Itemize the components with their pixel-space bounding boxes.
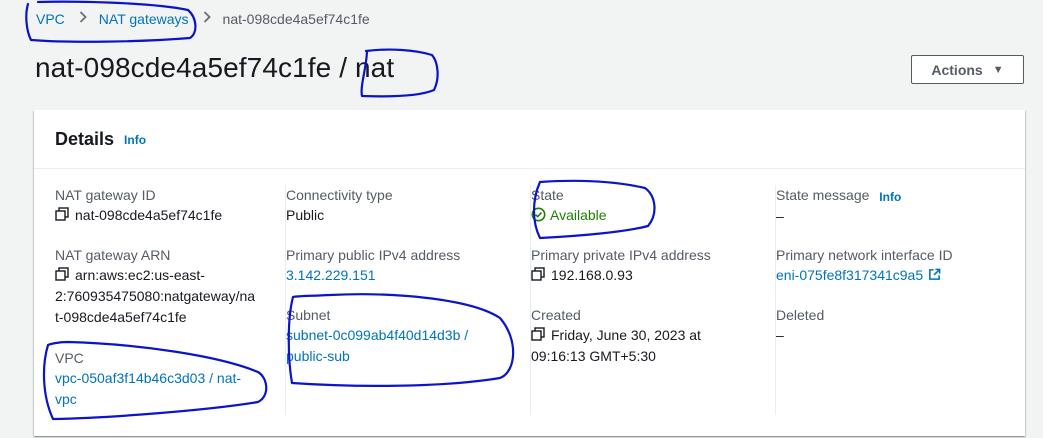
connectivity-type-label: Connectivity type [286, 187, 393, 203]
breadcrumb-current: nat-098cde4a5ef74c1fe [222, 10, 370, 27]
vpc-link-line-1: vpc-050af3f14b46c3d03 / nat- [55, 370, 242, 386]
page-title: nat-098cde4a5ef74c1fe / nat [35, 52, 395, 83]
nat-gateway-arn-value: arn:aws:ec2:us-east- 2:760935475080:natg… [55, 265, 275, 328]
primary-network-interface-label: Primary network interface ID [776, 247, 953, 263]
created-label: Created [531, 307, 581, 323]
copy-icon[interactable] [531, 327, 545, 341]
connectivity-type-value: Public [286, 207, 325, 223]
created-value: Friday, June 30, 2023 at 09:16:13 GMT+5:… [531, 325, 765, 367]
nat-gateway-arn-line-1: arn:aws:ec2:us-east- [75, 267, 205, 283]
check-circle-icon [531, 207, 546, 222]
state-message-value: – [776, 208, 784, 224]
chevron-right-icon [203, 10, 211, 27]
primary-public-ipv4-label: Primary public IPv4 address [286, 247, 461, 263]
created-line-2: 09:16:13 GMT+5:30 [531, 348, 656, 364]
state-message-info-link[interactable]: Info [879, 190, 901, 204]
nat-gateway-arn-label: NAT gateway ARN [55, 247, 171, 263]
external-link-icon [928, 266, 941, 280]
nat-gateway-id-value: nat-098cde4a5ef74c1fe [55, 205, 275, 226]
details-columns: NAT gateway ID nat-098cde4a5ef74c1fe NAT… [34, 185, 1025, 415]
nat-gateway-id-label: NAT gateway ID [55, 187, 156, 203]
state-message-field: State message Info – [776, 185, 1005, 227]
details-heading: Details [55, 128, 115, 149]
caret-down-icon: ▼ [992, 63, 1004, 76]
vpc-field: VPC vpc-050af3f14b46c3d03 / nat- vpc [55, 348, 275, 410]
details-panel: Details Info NAT gateway ID nat-098cde4a… [34, 110, 1025, 436]
primary-public-ipv4-field: Primary public IPv4 address 3.142.229.15… [286, 245, 520, 286]
subnet-link-line-1: subnet-0c099ab4f40d14d3b / [286, 327, 469, 343]
subnet-label: Subnet [286, 307, 331, 323]
deleted-label: Deleted [776, 307, 825, 323]
created-line-1: Friday, June 30, 2023 at [551, 327, 701, 343]
vpc-label: VPC [55, 350, 84, 366]
details-column-3: State Available Primary private IPv4 add… [530, 185, 765, 415]
details-column-4: State message Info – Primary network int… [775, 185, 1005, 415]
primary-private-ipv4-text: 192.168.0.93 [551, 267, 633, 283]
nat-gateway-id-text: nat-098cde4a5ef74c1fe [75, 207, 223, 223]
copy-icon[interactable] [55, 267, 69, 281]
subnet-link[interactable]: subnet-0c099ab4f40d14d3b / public-sub [286, 325, 520, 367]
primary-network-interface-field: Primary network interface ID eni-075fe8f… [776, 245, 1005, 286]
actions-button-label: Actions [931, 61, 983, 78]
primary-network-interface-link[interactable]: eni-075fe8f317341c9a5 [776, 267, 941, 283]
state-text: Available [550, 207, 607, 223]
details-panel-header: Details Info [34, 110, 1025, 169]
vpc-value: vpc-050af3f14b46c3d03 / nat- vpc [55, 368, 275, 410]
breadcrumb-nat-gateways-link[interactable]: NAT gateways [99, 11, 189, 27]
state-value: Available [531, 205, 765, 226]
primary-network-interface-text: eni-075fe8f317341c9a5 [776, 267, 924, 283]
state-message-label-row: State message Info [776, 185, 1005, 206]
actions-button[interactable]: Actions ▼ [911, 55, 1024, 84]
nat-gateway-arn-field: NAT gateway ARN arn:aws:ec2:us-east- 2:7… [55, 245, 275, 328]
copy-icon[interactable] [55, 207, 69, 221]
details-column-2: Connectivity type Public Primary public … [285, 185, 520, 415]
nat-gateway-id-field: NAT gateway ID nat-098cde4a5ef74c1fe [55, 185, 275, 226]
copy-icon[interactable] [531, 267, 545, 281]
created-field: Created Friday, June 30, 2023 at 09:16:1… [531, 305, 765, 367]
state-message-label: State message [776, 187, 870, 203]
breadcrumb-vpc-link[interactable]: VPC [36, 11, 65, 27]
subnet-field: Subnet subnet-0c099ab4f40d14d3b / public… [286, 305, 520, 367]
state-label: State [531, 187, 564, 203]
details-info-link[interactable]: Info [124, 133, 146, 147]
subnet-value: subnet-0c099ab4f40d14d3b / public-sub [286, 325, 520, 367]
primary-private-ipv4-label: Primary private IPv4 address [531, 247, 711, 263]
connectivity-type-field: Connectivity type Public [286, 185, 520, 226]
vpc-link[interactable]: vpc-050af3f14b46c3d03 / nat- vpc [55, 368, 275, 410]
details-column-1: NAT gateway ID nat-098cde4a5ef74c1fe NAT… [55, 185, 275, 415]
vpc-link-line-2: vpc [55, 391, 77, 407]
nat-gateway-arn-line-3: t-098cde4a5ef74c1fe [55, 309, 187, 325]
breadcrumb: VPC NAT gateways nat-098cde4a5ef74c1fe [36, 10, 370, 27]
deleted-field: Deleted – [776, 305, 1005, 346]
primary-private-ipv4-value: 192.168.0.93 [531, 265, 765, 286]
state-field: State Available [531, 185, 765, 226]
primary-private-ipv4-field: Primary private IPv4 address 192.168.0.9… [531, 245, 765, 286]
nat-gateway-arn-line-2: 2:760935475080:natgateway/na [55, 288, 256, 304]
deleted-value: – [776, 327, 784, 343]
primary-public-ipv4-link[interactable]: 3.142.229.151 [286, 267, 376, 283]
subnet-link-line-2: public-sub [286, 348, 350, 364]
chevron-right-icon [79, 10, 87, 27]
